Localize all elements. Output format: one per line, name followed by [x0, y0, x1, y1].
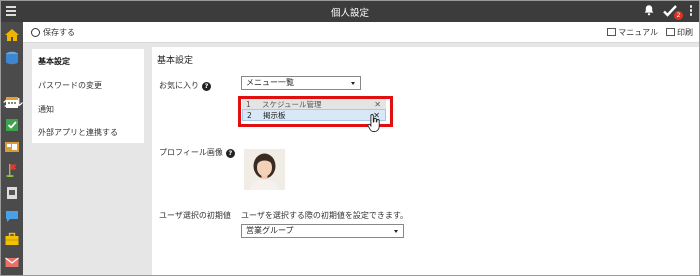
board-icon[interactable]: [4, 140, 20, 154]
settings-content: 基本設定: [152, 47, 699, 275]
initial-user-select-value: 営業グループ: [246, 226, 294, 235]
app-icon-bar: グル: [1, 22, 23, 275]
favorites-select[interactable]: メニュー一覧: [241, 76, 361, 90]
save-button[interactable]: 保存する: [31, 27, 75, 38]
manual-link[interactable]: マニュアル: [607, 27, 658, 38]
help-icon[interactable]: ?: [202, 82, 211, 91]
section-title: 基本設定: [157, 56, 194, 66]
action-toolbar: 保存する マニュアル 印刷: [23, 22, 699, 43]
schedule-icon[interactable]: [4, 95, 20, 109]
hand-cursor-icon: [367, 113, 381, 133]
bell-icon[interactable]: [642, 4, 656, 18]
print-label: 印刷: [677, 28, 693, 37]
nav-item-password-change[interactable]: パスワードの変更: [38, 80, 102, 91]
help-icon[interactable]: ?: [225, 149, 235, 158]
manual-label: マニュアル: [618, 28, 658, 37]
home-icon[interactable]: [4, 28, 20, 42]
save-label: 保存する: [43, 28, 75, 37]
briefcase-icon[interactable]: [4, 232, 20, 246]
favorites-label-text: お気に入り: [159, 81, 199, 90]
print-link[interactable]: 印刷: [666, 27, 693, 38]
profile-image-label: プロフィール画像?: [159, 147, 235, 158]
page-title: 個人設定: [330, 8, 369, 19]
dropdown-arrow-icon: [394, 230, 398, 233]
favorites-label: お気に入り?: [159, 80, 211, 91]
mail-icon[interactable]: [4, 255, 20, 269]
nav-item-notifications[interactable]: 通知: [38, 104, 54, 115]
profile-avatar[interactable]: [244, 149, 285, 190]
address-book-icon[interactable]: [4, 186, 20, 200]
notification-badge: 2: [674, 11, 683, 20]
nav-item-basic-settings[interactable]: 基本設定: [38, 56, 70, 67]
save-circle-icon: [31, 28, 40, 37]
top-bar: 個人設定 2: [1, 1, 699, 22]
chat-icon[interactable]: [4, 209, 20, 223]
nav-item-external-apps[interactable]: 外部アプリと連携する: [38, 127, 118, 138]
app-window: 個人設定 2 グル: [0, 0, 700, 276]
initial-user-description: ユーザを選択する際の初期値を設定できます。: [241, 211, 409, 220]
profile-image-label-text: プロフィール画像: [159, 148, 223, 157]
database-icon[interactable]: [4, 51, 20, 65]
initial-user-select[interactable]: 営業グループ: [241, 224, 404, 238]
flag-icon[interactable]: [4, 163, 20, 177]
favorites-select-value: メニュー一覧: [246, 78, 294, 87]
more-options-icon[interactable]: [689, 5, 693, 18]
dropdown-arrow-icon: [351, 82, 355, 85]
settings-nav: 基本設定 パスワードの変更 通知 外部アプリと連携する: [32, 49, 144, 143]
initial-user-label: ユーザ選択の初期値: [159, 211, 231, 220]
book-icon: [607, 28, 617, 36]
checklist-icon[interactable]: [4, 118, 20, 132]
printer-icon: [666, 28, 675, 36]
